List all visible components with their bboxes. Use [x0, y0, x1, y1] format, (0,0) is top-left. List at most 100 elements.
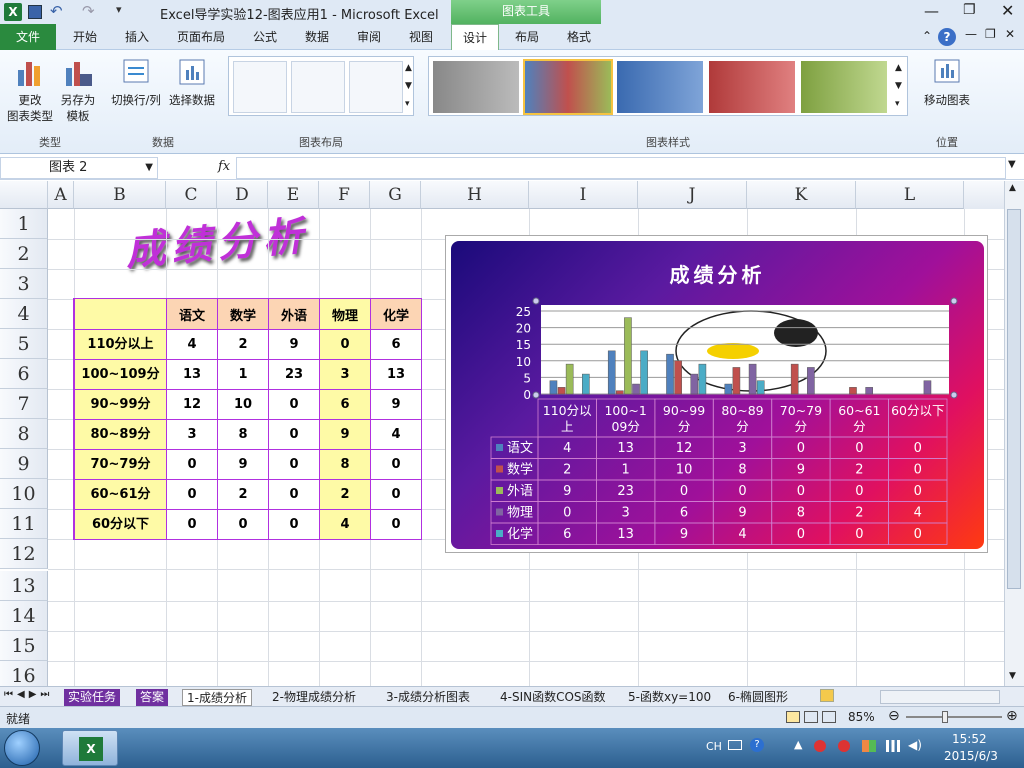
vertical-scrollbar[interactable]: ▲ ▼ — [1004, 181, 1024, 686]
redo-icon[interactable]: ↷ — [82, 2, 95, 20]
table-cell[interactable]: 0 — [268, 389, 319, 419]
col-g[interactable]: G — [370, 181, 421, 209]
row-header[interactable]: 12 — [0, 539, 48, 569]
windows-icon[interactable] — [862, 740, 876, 752]
table-cell[interactable]: 12 — [166, 389, 217, 419]
layout-3[interactable] — [349, 61, 403, 113]
tray-expand-icon[interactable]: ▲ — [794, 738, 802, 751]
clock-time[interactable]: 15:52 — [952, 732, 987, 746]
volume-icon[interactable]: ◀) — [908, 738, 922, 752]
table-cell[interactable]: 6 — [319, 389, 370, 419]
sheet-tab-6[interactable]: 6-椭圆图形 — [724, 689, 792, 706]
table-cell[interactable]: 4 — [319, 509, 370, 539]
sheet-tab-answer[interactable]: 答案 — [136, 689, 169, 706]
table-cell[interactable]: 2 — [217, 479, 268, 509]
help-icon[interactable]: ? — [938, 28, 956, 46]
table-row-label[interactable]: 100~109分 — [75, 359, 166, 389]
table-cell[interactable]: 23 — [268, 359, 319, 389]
table-header-cell[interactable]: 数学 — [217, 299, 268, 329]
row-header[interactable]: 3 — [0, 269, 48, 299]
tab-layout[interactable]: 布局 — [503, 24, 551, 50]
table-header-cell[interactable]: 外语 — [268, 299, 319, 329]
switch-row-column-button[interactable]: 切换行/列 — [108, 56, 164, 108]
notify-icon[interactable] — [838, 740, 850, 752]
table-cell[interactable]: 13 — [370, 359, 421, 389]
formula-input[interactable] — [236, 157, 1006, 179]
col-k[interactable]: K — [747, 181, 856, 209]
table-cell[interactable]: 0 — [370, 509, 421, 539]
select-data-button[interactable]: 选择数据 — [166, 56, 218, 108]
fx-icon[interactable]: fx — [218, 159, 230, 174]
row-header[interactable]: 16 — [0, 661, 48, 686]
table-cell[interactable]: 13 — [166, 359, 217, 389]
row-header[interactable]: 9 — [0, 449, 48, 479]
zoom-slider-thumb[interactable] — [942, 711, 948, 723]
view-page-layout-icon[interactable] — [804, 711, 818, 723]
ribbon-collapse-icon[interactable]: ⌃ — [922, 29, 932, 43]
sheet-tab-3[interactable]: 3-成绩分析图表 — [382, 689, 474, 706]
sheet-tab-2[interactable]: 2-物理成绩分析 — [268, 689, 360, 706]
style-5[interactable] — [801, 61, 887, 113]
table-cell[interactable]: 0 — [370, 479, 421, 509]
tab-formulas[interactable]: 公式 — [240, 24, 290, 50]
table-cell[interactable]: 1 — [217, 359, 268, 389]
security-icon[interactable] — [814, 740, 826, 752]
table-cell[interactable]: 10 — [217, 389, 268, 419]
table-cell[interactable]: 0 — [370, 449, 421, 479]
table-cell[interactable]: 8 — [319, 449, 370, 479]
qat-dropdown-icon[interactable]: ▾ — [116, 3, 122, 16]
name-box[interactable]: 图表 2 ▼ — [0, 157, 158, 179]
table-cell[interactable]: 9 — [319, 419, 370, 449]
help-tray-icon[interactable]: ? — [750, 738, 764, 752]
table-cell[interactable]: 0 — [268, 479, 319, 509]
tab-file[interactable]: 文件 — [0, 24, 56, 50]
col-c[interactable]: C — [166, 181, 217, 209]
scroll-down-icon[interactable]: ▼ — [1009, 671, 1016, 681]
scroll-up-icon[interactable]: ▲ — [1009, 183, 1016, 193]
tab-nav-icons[interactable]: ⏮◀▶⏭ — [4, 689, 53, 700]
row-header[interactable]: 7 — [0, 389, 48, 419]
name-box-dropdown-icon[interactable]: ▼ — [145, 158, 153, 178]
row-header[interactable]: 15 — [0, 631, 48, 661]
plot-area[interactable]: 2520151050110分以上100~109分90~99分80~89分70~7… — [451, 241, 984, 549]
row-header[interactable]: 10 — [0, 479, 48, 509]
style-1[interactable] — [433, 61, 519, 113]
formula-expand-icon[interactable]: ▼ — [1008, 159, 1016, 170]
ime-lang[interactable]: CH — [706, 740, 722, 753]
table-row-label[interactable]: 80~89分 — [75, 419, 166, 449]
table-cell[interactable]: 0 — [217, 509, 268, 539]
keyboard-icon[interactable] — [728, 740, 742, 750]
tab-format[interactable]: 格式 — [555, 24, 603, 50]
row-header[interactable]: 6 — [0, 359, 48, 389]
chart-object[interactable]: 成绩分析 25 20 15 10 5 0 110分以上 100~1 09分 90~99 分 80~89… — [445, 235, 988, 553]
tab-insert[interactable]: 插入 — [112, 24, 162, 50]
tab-review[interactable]: 审阅 — [344, 24, 394, 50]
select-all[interactable] — [0, 181, 48, 209]
doc-minimize-icon[interactable]: — — [965, 27, 977, 41]
style-3[interactable] — [617, 61, 703, 113]
col-f[interactable]: F — [319, 181, 370, 209]
table-cell[interactable]: 4 — [166, 329, 217, 359]
layout-2[interactable] — [291, 61, 345, 113]
table-cell[interactable]: 9 — [268, 329, 319, 359]
table-header-cell[interactable]: 语文 — [166, 299, 217, 329]
row-header[interactable]: 4 — [0, 299, 48, 329]
col-i[interactable]: I — [529, 181, 638, 209]
undo-icon[interactable]: ↶ — [50, 2, 63, 20]
row-header[interactable]: 5 — [0, 329, 48, 359]
tab-home[interactable]: 开始 — [60, 24, 110, 50]
style-4[interactable] — [709, 61, 795, 113]
tab-data[interactable]: 数据 — [292, 24, 342, 50]
hscroll[interactable] — [880, 690, 1000, 704]
table-row-label[interactable]: 110分以上 — [75, 329, 166, 359]
network-icon[interactable] — [886, 740, 900, 752]
col-l[interactable]: L — [856, 181, 964, 209]
table-cell[interactable]: 0 — [166, 509, 217, 539]
table-cell[interactable]: 8 — [217, 419, 268, 449]
chart-area[interactable]: 成绩分析 25 20 15 10 5 0 110分以上 100~1 09分 90~99 分 80~89… — [451, 241, 984, 549]
table-corner-cell[interactable] — [75, 299, 166, 329]
table-cell[interactable]: 0 — [268, 509, 319, 539]
scroll-thumb[interactable] — [1007, 209, 1021, 589]
start-button-icon[interactable] — [4, 730, 40, 766]
close-icon[interactable]: ✕ — [1001, 1, 1014, 20]
